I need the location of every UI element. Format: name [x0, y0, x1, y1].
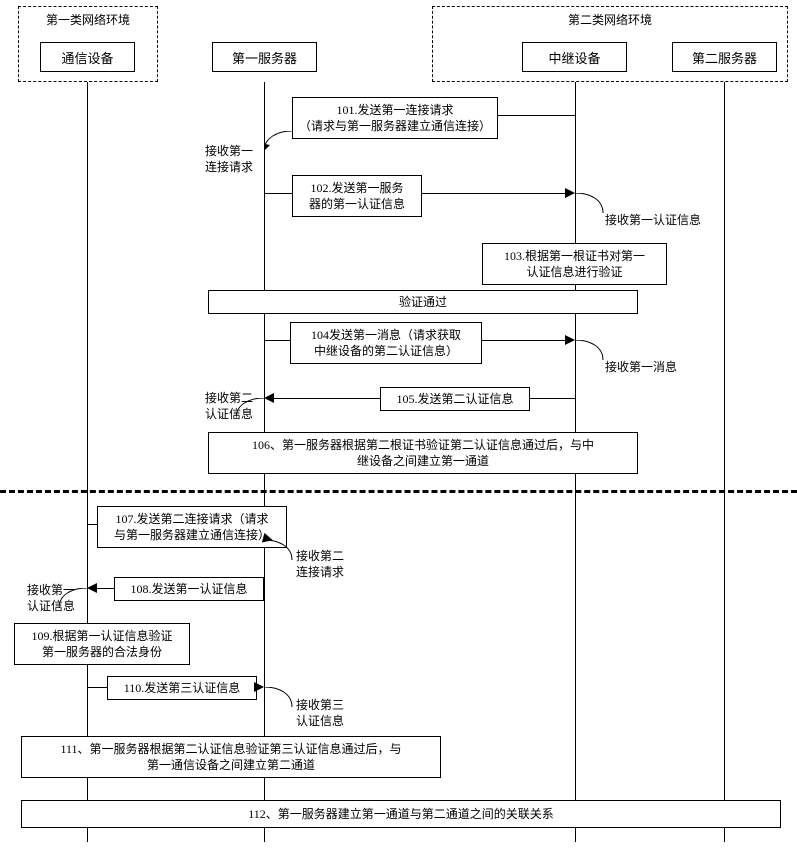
- sequence-diagram: 第一类网络环境 第二类网络环境 通信设备 第一服务器 中继设备 第二服务器 10…: [0, 0, 797, 851]
- actor-relay: 中继设备: [522, 42, 627, 72]
- note-102: 接收第一认证信息: [605, 212, 701, 228]
- msg-104-l2: 中继设备的第二认证信息）: [297, 343, 475, 359]
- lifeline-comm: [87, 82, 88, 842]
- msg-109: 109.根据第一认证信息验证 第一服务器的合法身份: [14, 623, 190, 665]
- msg-112: 112、第一服务器建立第一通道与第二通道之间的关联关系: [21, 800, 781, 828]
- arrow-102: [565, 188, 575, 198]
- msg-103-l1: 103.根据第一根证书对第一: [489, 248, 660, 264]
- phase-divider: [0, 490, 797, 493]
- actor-srv2: 第二服务器: [672, 42, 777, 72]
- actor-srv1-label: 第一服务器: [232, 48, 297, 67]
- curve-102: [575, 193, 605, 219]
- msg-106-l2: 继设备之间建立第一通道: [215, 453, 631, 469]
- msg-101-l1: 101.发送第一连接请求: [299, 102, 491, 118]
- msg-111: 111、第一服务器根据第二认证信息验证第三认证信息通过后，与 第一通信设备之间建…: [21, 736, 441, 778]
- msg-106-l1: 106、第一服务器根据第二根证书验证第二认证信息通过后，与中: [215, 437, 631, 453]
- msg-103: 103.根据第一根证书对第一 认证信息进行验证: [482, 243, 667, 285]
- msg-pass-label: 验证通过: [399, 295, 447, 309]
- msg-108: 108.发送第一认证信息: [114, 577, 264, 601]
- msg-104-l1: 104发送第一消息（请求获取: [297, 327, 475, 343]
- msg-105-label: 105.发送第二认证信息: [396, 392, 513, 406]
- note-105: 接收第二 认证信息: [205, 390, 253, 422]
- curve-110: [264, 687, 294, 713]
- msg-102-l1: 102.发送第一服务: [299, 180, 415, 196]
- msg-101: 101.发送第一连接请求 （请求与第一服务器建立通信连接）: [292, 97, 498, 139]
- msg-107-l1: 107.发送第二连接请求（请求: [104, 511, 280, 527]
- conn-107-l: [87, 524, 97, 525]
- msg-103-l2: 认证信息进行验证: [489, 264, 660, 280]
- lifeline-srv2: [724, 82, 725, 842]
- conn-110-l: [87, 687, 107, 688]
- msg-109-l1: 109.根据第一认证信息验证: [21, 628, 183, 644]
- arrow-104: [565, 335, 575, 345]
- msg-102: 102.发送第一服务 器的第一认证信息: [292, 175, 422, 217]
- msg-107-l2: 与第一服务器建立通信连接）: [104, 527, 280, 543]
- msg-109-l2: 第一服务器的合法身份: [21, 644, 183, 660]
- env1-title: 第一类网络环境: [46, 13, 130, 27]
- conn-101-r: [498, 115, 575, 116]
- conn-105-l: [274, 398, 380, 399]
- actor-relay-label: 中继设备: [548, 48, 600, 67]
- msg-104: 104发送第一消息（请求获取 中继设备的第二认证信息）: [290, 322, 482, 364]
- env2-title: 第二类网络环境: [568, 13, 652, 27]
- note-104: 接收第一消息: [605, 359, 677, 375]
- conn-104-l: [264, 340, 290, 341]
- conn-105-r: [530, 398, 575, 399]
- actor-comm: 通信设备: [40, 42, 135, 72]
- msg-110: 110.发送第三认证信息: [107, 676, 257, 700]
- curve-104: [575, 340, 605, 366]
- msg-106: 106、第一服务器根据第二根证书验证第二认证信息通过后，与中 继设备之间建立第一…: [208, 432, 638, 474]
- msg-110-label: 110.发送第三认证信息: [124, 681, 241, 695]
- conn-104-r: [482, 340, 565, 341]
- msg-108-label: 108.发送第一认证信息: [130, 582, 247, 596]
- conn-102-l: [264, 193, 292, 194]
- msg-101-l2: （请求与第一服务器建立通信连接）: [299, 118, 491, 134]
- msg-112-label: 112、第一服务器建立第一通道与第二通道之间的关联关系: [248, 807, 554, 821]
- actor-srv1: 第一服务器: [212, 42, 317, 72]
- conn-108-line: [97, 588, 114, 589]
- note-110: 接收第三 认证信息: [296, 697, 344, 729]
- actor-srv2-label: 第二服务器: [692, 48, 757, 67]
- msg-111-l2: 第一通信设备之间建立第二通道: [28, 757, 434, 773]
- arrow-101: [264, 131, 294, 159]
- arrow-110: [254, 682, 264, 692]
- msg-111-l1: 111、第一服务器根据第二认证信息验证第三认证信息通过后，与: [28, 741, 434, 757]
- note-107: 接收第二 连接请求: [296, 548, 344, 580]
- msg-pass: 验证通过: [208, 290, 638, 314]
- actor-comm-label: 通信设备: [61, 48, 113, 67]
- conn-102-r: [422, 193, 565, 194]
- msg-102-l2: 器的第一认证信息: [299, 196, 415, 212]
- note-108: 接收第一 认证信息: [27, 582, 75, 614]
- note-101: 接收第一 连接请求: [205, 143, 253, 175]
- msg-105: 105.发送第二认证信息: [380, 387, 530, 411]
- msg-107: 107.发送第二连接请求（请求 与第一服务器建立通信连接）: [97, 506, 287, 548]
